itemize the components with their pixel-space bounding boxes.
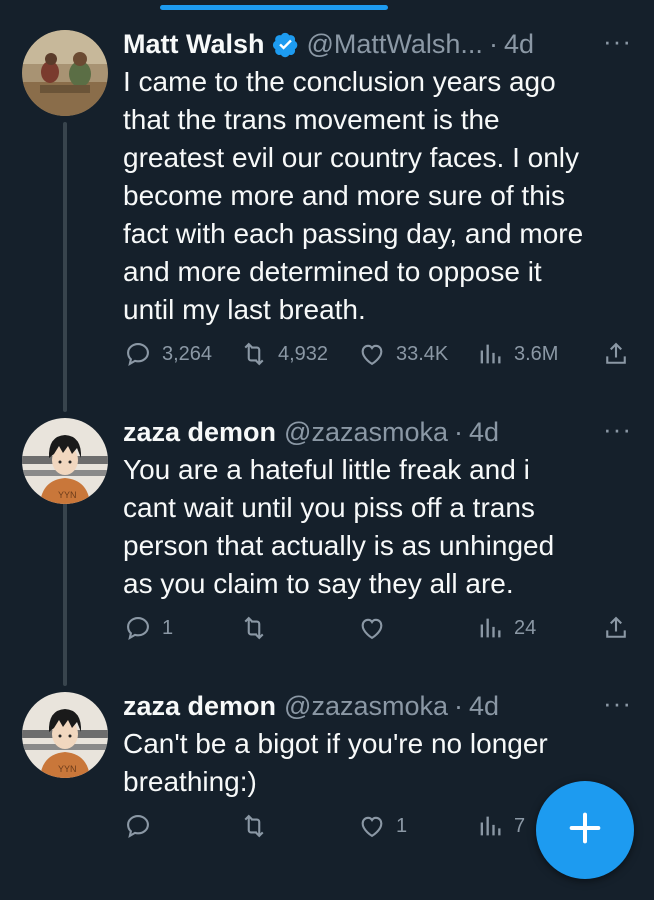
retweet-icon [240,614,268,642]
reply-button[interactable]: 3,264 [124,340,212,368]
tweet-header: zaza demon @zazasmoka · 4d [123,414,632,450]
tweet-text-line: fact with each passing day, and more [123,218,584,249]
tweet-text-line: You are a hateful little freak and i [123,454,530,485]
like-icon [358,340,386,368]
svg-text:YYN: YYN [58,490,77,500]
tweet-actions: 1 24 [0,614,654,650]
author-name[interactable]: zaza demon [123,691,276,722]
retweet-button[interactable]: 4,932 [240,340,328,368]
separator-dot: · [454,416,464,447]
like-icon [358,812,386,840]
compose-tweet-button[interactable] [536,781,634,879]
author-name[interactable]: Matt Walsh [123,29,265,60]
scroll-progress-bar [160,5,388,10]
views-button[interactable]: 24 [476,614,536,642]
views-icon [476,340,504,368]
tweet-text-line: cant wait until you piss off a trans [123,492,535,523]
retweet-button[interactable] [240,812,278,840]
reply-count: 3,264 [162,342,213,365]
separator-dot: · [454,690,464,721]
share-button[interactable] [602,340,630,368]
more-icon[interactable]: ··· [603,690,632,716]
like-count: 33.4K [396,342,449,365]
author-handle[interactable]: @MattWalsh... [307,29,483,60]
tweet-text-line: that the trans movement is the [123,104,500,135]
tweet-text-line: I came to the conclusion years ago [123,66,556,97]
tweet-text: You are a hateful little freak and i can… [123,451,632,603]
more-icon[interactable]: ··· [603,416,632,442]
views-count: 3.6M [514,342,559,365]
next-item-peek [0,884,654,900]
author-name[interactable]: zaza demon [123,417,276,448]
share-button[interactable] [602,614,630,642]
reply-icon [124,340,152,368]
author-handle[interactable]: @zazasmoka [284,691,448,722]
compose-plus-icon [565,808,605,853]
views-button[interactable]: 7 [476,812,525,840]
like-icon [358,614,386,642]
tweet-header: zaza demon @zazasmoka · 4d [123,688,632,724]
retweet-icon [240,340,268,368]
svg-text:YYN: YYN [58,764,77,774]
share-icon [602,340,630,368]
tweet-text-line: as you claim to say they all are. [123,568,514,599]
views-count: 24 [514,616,537,639]
reply-count: 1 [162,616,174,639]
tweet-actions: 3,264 4,932 33.4K 3.6M [0,340,654,376]
avatar[interactable]: YYN [22,692,108,778]
share-icon [602,614,630,642]
like-button[interactable]: 1 [358,812,407,840]
tweet-text-line: until my last breath. [123,294,366,325]
more-icon[interactable]: ··· [603,28,632,54]
avatar[interactable] [22,30,108,116]
timestamp[interactable]: 4d [469,691,499,722]
tweet-text-line: greatest evil our country faces. I only [123,142,579,173]
tweet-text: I came to the conclusion years ago that … [123,63,632,329]
tweet-text-line: become more and more sure of this [123,180,565,211]
reply-icon [124,812,152,840]
verified-badge-icon [272,31,299,58]
separator-dot: · [488,28,498,59]
views-button[interactable]: 3.6M [476,340,558,368]
timestamp[interactable]: 4d [469,417,499,448]
views-icon [476,812,504,840]
tweet-text-line: person that actually is as unhinged [123,530,555,561]
retweet-button[interactable] [240,614,278,642]
tweet-text-line: Can't be a bigot if you're no longer [123,728,548,759]
like-button[interactable] [358,614,396,642]
like-count: 1 [396,814,408,837]
views-count: 7 [514,814,526,837]
tweet-matt-walsh[interactable]: Matt Walsh @MattWalsh... · 4d ··· I came… [0,26,654,386]
tweet-reply-1[interactable]: YYN zaza demon @zazasmoka · 4d ··· You a… [0,414,654,654]
timestamp[interactable]: 4d [504,29,534,60]
tweet-text-line: and more determined to oppose it [123,256,542,287]
reply-button[interactable] [124,812,162,840]
views-icon [476,614,504,642]
reply-icon [124,614,152,642]
author-handle[interactable]: @zazasmoka [284,417,448,448]
retweet-count: 4,932 [278,342,329,365]
like-button[interactable]: 33.4K [358,340,448,368]
retweet-icon [240,812,268,840]
reply-button[interactable]: 1 [124,614,173,642]
tweet-header: Matt Walsh @MattWalsh... · 4d [123,26,632,62]
avatar[interactable]: YYN [22,418,108,504]
